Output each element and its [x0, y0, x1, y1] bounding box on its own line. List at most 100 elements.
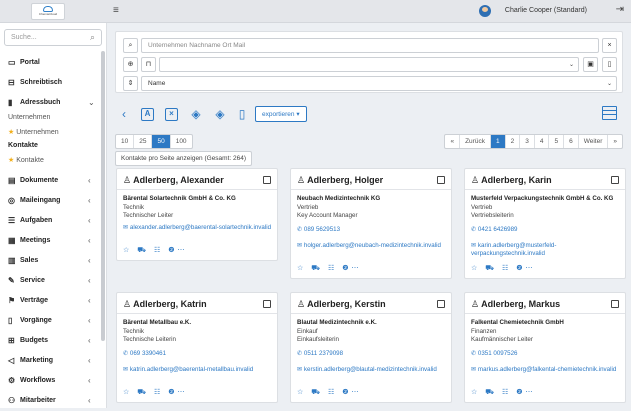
page-size-100[interactable]: 100	[171, 135, 192, 148]
card-actions[interactable]: ☆ ⛟ ☷ ❷⋯	[297, 264, 361, 273]
contact-card[interactable]: ♙ Adlerberg, Kerstin Blautal Medizintechni…	[290, 292, 452, 403]
contact-phone[interactable]: ✆ 0511 2379098	[297, 350, 343, 357]
select-checkbox[interactable]	[263, 300, 271, 308]
layers-remove-icon[interactable]: ◈	[211, 105, 229, 123]
page-link[interactable]: 2	[506, 135, 521, 148]
zoom-icon[interactable]: ⊕	[123, 57, 138, 72]
sidebar-item-label: Dokumente	[20, 177, 59, 184]
page-link[interactable]: Weiter	[579, 135, 609, 148]
sidebar-item-aufgaben[interactable]: ☰ Aufgaben ‹	[0, 211, 100, 231]
sort-select[interactable]: Name ⌄	[141, 76, 617, 91]
back-icon[interactable]: ‹	[115, 105, 133, 123]
contact-email[interactable]: ✉ markus.adlerberg@falkental-chemietechn…	[471, 366, 621, 374]
page-link[interactable]: »	[608, 135, 622, 148]
page-link[interactable]: 1	[490, 135, 506, 148]
user-name[interactable]: Charlie Cooper (Standard)	[505, 7, 587, 14]
contact-card[interactable]: ♙ Adlerberg, Alexander Bärental Solartechn…	[116, 168, 278, 261]
page-link[interactable]: 6	[564, 135, 579, 148]
sidebar-search-input[interactable]: Suche... ⌕	[4, 29, 102, 46]
sidebar-item-budgets[interactable]: ⊞ Budgets ‹	[0, 331, 100, 351]
layers-add-icon[interactable]: ◈	[187, 105, 205, 123]
clear-button[interactable]: ×	[602, 38, 617, 53]
card-actions[interactable]: ☆ ⛟ ☷ ❷⋯	[471, 388, 535, 397]
chevron-left-icon: ‹	[88, 236, 91, 245]
select-checkbox[interactable]	[437, 176, 445, 184]
sidebar-item-portal[interactable]: ▭ Portal	[0, 53, 100, 73]
deselect-icon[interactable]: ×	[165, 108, 178, 121]
hamburger-menu-icon[interactable]: ≡	[113, 5, 119, 16]
page-size-50[interactable]: 50	[152, 135, 171, 148]
table-view-icon[interactable]	[602, 106, 617, 120]
sidebar-sub-unternehmen[interactable]: Unternehmen	[8, 114, 50, 121]
save-filter-icon[interactable]: ▣	[583, 57, 598, 72]
bookmark-icon[interactable]: ⊓	[141, 57, 156, 72]
avatar[interactable]	[479, 5, 491, 17]
contact-email[interactable]: ✉ kerstin.adlerberg@blautal-medizintechn…	[297, 366, 447, 374]
sidebar-sub-kontakte[interactable]: Kontakte	[8, 142, 38, 149]
sidebar-item-marketing[interactable]: ◁ Marketing ‹	[0, 351, 100, 371]
contact-name[interactable]: ♙ Adlerberg, Alexander	[123, 175, 224, 186]
contact-name[interactable]: ♙ Adlerberg, Katrin	[123, 299, 207, 310]
contact-phone[interactable]: ✆ 0421 6426989	[471, 226, 518, 233]
contact-name[interactable]: ♙ Adlerberg, Karin	[471, 175, 552, 186]
contact-name[interactable]: ♙ Adlerberg, Kerstin	[297, 299, 386, 310]
page-link[interactable]: 4	[535, 135, 550, 148]
select-checkbox[interactable]	[611, 176, 619, 184]
contact-email-text: holger.adlerberg@neubach-medizintechnik.…	[303, 242, 441, 249]
sidebar-item-workflows[interactable]: ⚙ Workflows ‹	[0, 371, 100, 391]
contact-card[interactable]: ♙ Adlerberg, Holger Neubach Medizintechnik…	[290, 168, 452, 279]
card-actions[interactable]: ☆ ⛟ ☷ ❷⋯	[297, 388, 361, 397]
sidebar-item-vorg-nge[interactable]: ▯ Vorgänge ‹	[0, 311, 100, 331]
sidebar-item-schreibtisch[interactable]: ⊟ Schreibtisch	[0, 73, 100, 93]
contact-name[interactable]: ♙ Adlerberg, Markus	[471, 299, 560, 310]
sidebar-fav-kontakte[interactable]: ★ Kontakte	[8, 156, 44, 164]
sidebar-scrollbar[interactable]	[101, 51, 105, 341]
logout-icon[interactable]: ⇥	[616, 4, 624, 15]
trash-icon[interactable]: ▯	[233, 105, 251, 123]
contact-email[interactable]: ✉ katrin.adlerberg@baerental-metallbau.i…	[123, 366, 273, 374]
contact-card[interactable]: ♙ Adlerberg, Karin Musterfeld Verpackungst…	[464, 168, 626, 279]
filter-search-input[interactable]: Unternehmen Nachname Ort Mail	[141, 38, 599, 53]
select-all-icon[interactable]: A	[141, 108, 154, 121]
saved-filter-select[interactable]: ⌄	[159, 57, 579, 72]
users-icon: ⚇	[8, 396, 16, 405]
search-icon[interactable]: ⌕	[123, 38, 138, 53]
contact-phone[interactable]: ✆ 069 3390461	[123, 350, 166, 357]
sidebar-item-adressbuch[interactable]: ▮ Adressbuch ⌄	[0, 93, 100, 113]
page-link[interactable]: 3	[520, 135, 535, 148]
sidebar-item-sales[interactable]: ▥ Sales ‹	[0, 251, 100, 271]
page-size-10[interactable]: 10	[116, 135, 135, 148]
page-link[interactable]: 5	[549, 135, 565, 148]
sidebar-item-meetings[interactable]: ▦ Meetings ‹	[0, 231, 100, 251]
contact-email[interactable]: ✉ holger.adlerberg@neubach-medizintechni…	[297, 242, 447, 250]
contact-email[interactable]: ✉ alexander.adlerberg@baerental-solartec…	[123, 224, 273, 232]
export-button[interactable]: exportieren ▾	[255, 106, 307, 122]
sort-icon[interactable]: ⇕	[123, 76, 138, 91]
contact-name[interactable]: ♙ Adlerberg, Holger	[297, 175, 383, 186]
contact-phone[interactable]: ✆ 0351 0097526	[471, 350, 518, 357]
sidebar-item-dokumente[interactable]: ▤ Dokumente ‹	[0, 171, 100, 191]
page-link[interactable]: «	[445, 135, 461, 148]
sidebar-item-mitarbeiter[interactable]: ⚇ Mitarbeiter ‹	[0, 391, 100, 411]
delete-filter-icon[interactable]: ▯	[602, 57, 617, 72]
contact-email[interactable]: ✉ karin.adlerberg@musterfeld-verpackungs…	[471, 242, 621, 258]
app-logo[interactable]: ChemieCloud	[31, 3, 65, 20]
contact-name-text: Adlerberg, Alexander	[133, 175, 224, 185]
contact-card[interactable]: ♙ Adlerberg, Katrin Bärental Metallbau e.K…	[116, 292, 278, 403]
contact-company: Falkental Chemietechnik GmbH	[471, 319, 564, 326]
sidebar-item-service[interactable]: ✎ Service ‹	[0, 271, 100, 291]
sidebar-item-maileingang[interactable]: ◎ Maileingang ‹	[0, 191, 100, 211]
card-actions[interactable]: ☆ ⛟ ☷ ❷⋯	[123, 246, 187, 255]
contact-department: Vertrieb	[471, 204, 493, 211]
select-checkbox[interactable]	[611, 300, 619, 308]
sidebar-item-vertr-ge[interactable]: ⚑ Verträge ‹	[0, 291, 100, 311]
sidebar-fav-unternehmen[interactable]: ★ Unternehmen	[8, 128, 59, 136]
select-checkbox[interactable]	[437, 300, 445, 308]
page-size-25[interactable]: 25	[134, 135, 153, 148]
card-actions[interactable]: ☆ ⛟ ☷ ❷⋯	[123, 388, 187, 397]
select-checkbox[interactable]	[263, 176, 271, 184]
contact-phone[interactable]: ✆ 089 5629513	[297, 226, 340, 233]
page-link[interactable]: Zurück	[460, 135, 491, 148]
card-actions[interactable]: ☆ ⛟ ☷ ❷⋯	[471, 264, 535, 273]
contact-card[interactable]: ♙ Adlerberg, Markus Falkental Chemietechni…	[464, 292, 626, 403]
